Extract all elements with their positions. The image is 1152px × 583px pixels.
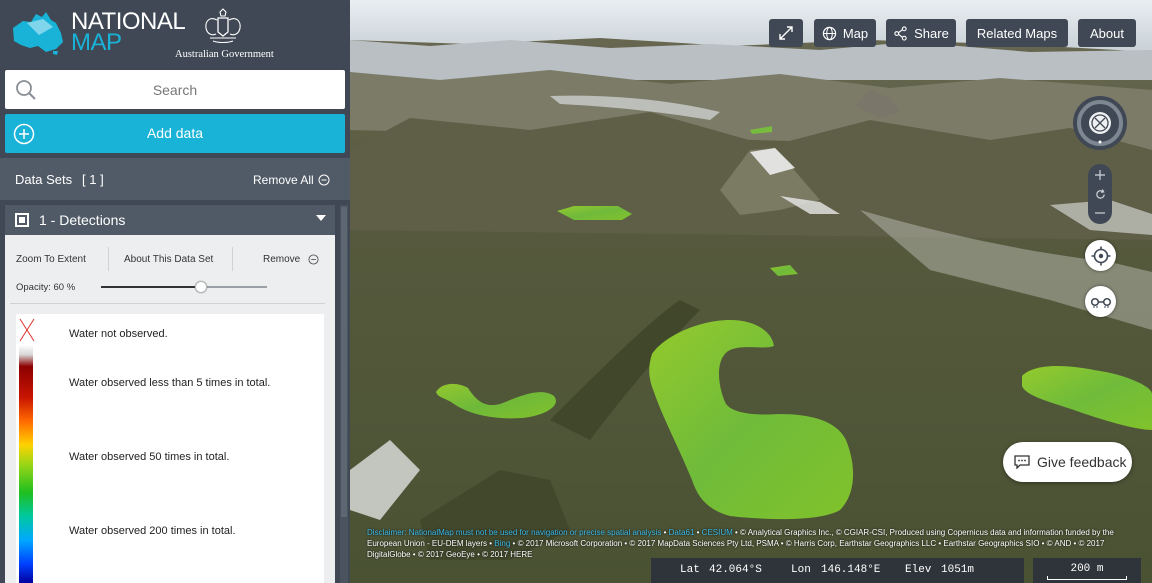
my-location-button[interactable] [1085, 240, 1116, 271]
chat-icon [1014, 455, 1030, 469]
scrollbar-thumb[interactable] [341, 207, 347, 517]
government-name: Australian Government [175, 49, 274, 60]
vr-mode-button[interactable] [1085, 286, 1116, 317]
dataset-visibility-checkbox[interactable] [15, 213, 29, 227]
remove-all-button[interactable]: Remove All [253, 173, 314, 187]
related-maps-button[interactable]: Related Maps [966, 19, 1068, 47]
action-divider [232, 247, 233, 271]
zoom-control [1088, 164, 1112, 224]
add-data-button[interactable]: Add data [5, 114, 345, 153]
logo-map-text: MAP [71, 29, 122, 56]
australia-map-logo-icon[interactable] [9, 9, 67, 55]
datasets-header: Data Sets [ 1 ] Remove All [0, 158, 350, 200]
credit-text: © Analytical Graphics Inc., © CGIAR-CSI,… [740, 528, 1114, 537]
compass-icon [1077, 100, 1123, 146]
plus-icon [1095, 170, 1105, 180]
dataset-header[interactable]: 1 - Detections [5, 205, 335, 235]
search-box[interactable] [5, 70, 345, 109]
map-viewer[interactable]: Map Share Related Maps About Give feedba… [350, 0, 1152, 583]
workbench-panel: NATIONAL MAP Australian Government Add d… [0, 0, 350, 583]
opacity-label: Opacity: 60 % [16, 282, 76, 293]
dataset-title[interactable]: 1 - Detections [39, 212, 125, 228]
credit-text: © 2017 Microsoft Corporation • © 2017 Ma… [517, 539, 1105, 548]
remove-dataset-button[interactable]: Remove [263, 254, 300, 265]
attribution-credits: Disclaimer: NationalMap must not be used… [367, 528, 1114, 559]
search-icon [16, 80, 36, 100]
dataset-card: 1 - Detections Zoom To Extent About This… [5, 205, 335, 583]
zoom-in-button[interactable] [1088, 165, 1112, 185]
distance-scale: 200 m [1033, 558, 1141, 583]
crosshair-icon [1091, 246, 1110, 265]
legend-label: Water observed less than 5 times in tota… [69, 377, 271, 389]
elevation-label: Elev [905, 564, 932, 576]
compass-control[interactable] [1073, 96, 1127, 150]
minus-circle-icon[interactable] [318, 174, 330, 186]
scale-label: 200 m [1070, 563, 1104, 575]
zoom-out-button[interactable] [1088, 203, 1112, 223]
opacity-slider[interactable] [101, 281, 267, 293]
national-map-logo[interactable]: NATIONAL MAP [71, 10, 186, 56]
bing-link[interactable]: Bing [494, 539, 510, 548]
map-button-label: Map [842, 25, 869, 41]
fullscreen-button[interactable] [769, 19, 803, 47]
refresh-icon [1095, 188, 1105, 199]
give-feedback-button[interactable]: Give feedback [1003, 442, 1132, 482]
about-button[interactable]: About [1078, 19, 1136, 47]
share-button-label: Share [914, 25, 949, 41]
search-input[interactable] [45, 70, 305, 109]
longitude-value: 146.148°E [821, 564, 881, 576]
terrain-3d-view[interactable] [350, 0, 1152, 583]
feedback-label: Give feedback [1037, 454, 1127, 470]
about-dataset-button[interactable]: About This Data Set [124, 254, 213, 265]
credit-text: European Union - EU-DEM layers [367, 539, 488, 548]
legend-color-ramp [19, 345, 33, 583]
opacity-slider-fill [101, 286, 201, 288]
brand-header: NATIONAL MAP Australian Government [0, 0, 350, 66]
divider [10, 303, 325, 304]
location-bar: Lat 42.064°S Lon 146.148°E Elev 1051m [651, 558, 1024, 583]
globe-icon [822, 26, 837, 40]
caret-down-icon[interactable] [316, 215, 326, 221]
opacity-slider-handle[interactable] [194, 281, 207, 293]
legend: Water not observed. Water observed less … [16, 314, 324, 583]
vr-glasses-icon [1090, 297, 1111, 308]
minus-circle-icon[interactable] [308, 254, 319, 265]
sidebar-scrollbar[interactable] [340, 205, 348, 583]
no-water-cross-icon [19, 318, 35, 342]
cesium-link[interactable]: CESIUM [702, 528, 733, 537]
elevation-value: 1051m [941, 564, 975, 576]
datasets-count: [ 1 ] [82, 172, 104, 187]
legend-label: Water observed 200 times in total. [69, 525, 236, 537]
data61-link[interactable]: Data61 [669, 528, 695, 537]
expand-icon [779, 26, 793, 40]
latitude-value: 42.064°S [709, 564, 762, 576]
add-data-label: Add data [146, 125, 204, 141]
scale-bar [1047, 576, 1127, 580]
datasets-title: Data Sets [15, 172, 73, 187]
zoom-reset-button[interactable] [1088, 184, 1112, 204]
australian-coat-of-arms-icon [205, 8, 241, 43]
map-settings-button[interactable]: Map [814, 19, 876, 47]
legend-label: Water not observed. [69, 328, 168, 340]
latitude-label: Lat [680, 564, 700, 576]
disclaimer-link[interactable]: Disclaimer: NationalMap must not be used… [367, 528, 661, 537]
zoom-to-extent-button[interactable]: Zoom To Extent [16, 254, 86, 265]
credit-text: DigitalGlobe • © 2017 GeoEye • © 2017 HE… [367, 550, 533, 559]
legend-label: Water observed 50 times in total. [69, 451, 230, 463]
longitude-label: Lon [791, 564, 811, 576]
share-icon [894, 25, 907, 41]
share-button[interactable]: Share [886, 19, 956, 47]
minus-icon [1095, 212, 1105, 214]
action-divider [108, 247, 109, 271]
